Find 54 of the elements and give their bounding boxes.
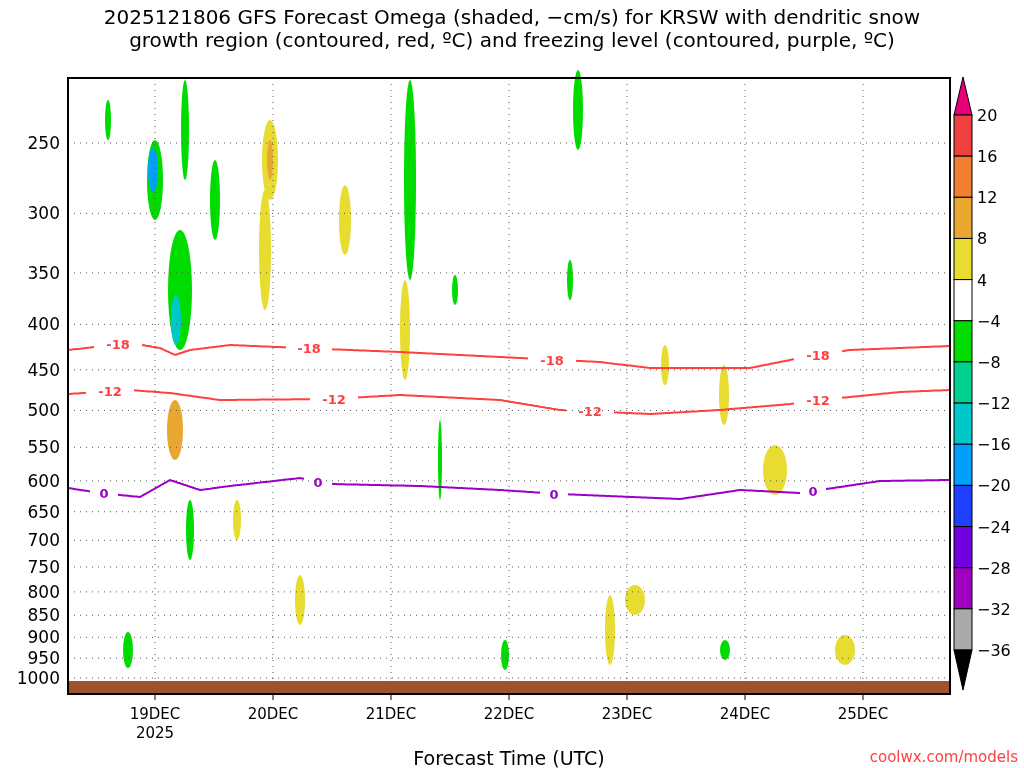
- colorbar-label: 20: [977, 106, 998, 125]
- credit-text: coolwx.com/models: [869, 748, 1018, 766]
- contour-label: 0: [808, 484, 818, 500]
- pressure-tick-label: 700: [27, 530, 60, 551]
- colorbar-label: −32: [977, 599, 1011, 619]
- date-tick-label: 21DEC: [365, 705, 417, 723]
- colorbar-label: 4: [977, 270, 988, 290]
- chart-title: growth region (contoured, red, ºC) and freezing level (contoured, purple, ºC): [129, 29, 895, 52]
- colorbar-label: −24: [977, 517, 1011, 537]
- pressure-tick-label: 500: [27, 400, 60, 421]
- chart-title: 2025121806 GFS Forecast Omega (shaded, −cm/s) for KRSW with dendritic snow: [103, 6, 921, 29]
- pressure-tick-label: 750: [27, 556, 60, 577]
- contour-label: -12: [578, 404, 602, 420]
- pressure-tick-label: 550: [27, 437, 60, 458]
- pressure-tick-label: 900: [27, 627, 60, 648]
- date-tick-label: 23DEC: [601, 705, 653, 723]
- contour-label: 0: [99, 486, 109, 502]
- contour-label: -18: [540, 352, 564, 368]
- x-axis-title: Forecast Time (UTC): [413, 747, 605, 768]
- contour-label: -12: [322, 391, 346, 407]
- colorbar-label: −4: [977, 311, 1001, 331]
- colorbar-label: 12: [977, 188, 998, 208]
- pressure-tick-label: 600: [27, 470, 60, 491]
- contour-label: 0: [313, 474, 323, 490]
- pressure-tick-label: 350: [27, 262, 60, 283]
- colorbar-label: 16: [977, 147, 998, 167]
- pressure-tick-label: 950: [27, 648, 60, 669]
- contour-label: -18: [806, 348, 830, 364]
- colorbar-label: −20: [977, 476, 1011, 496]
- date-tick-label: 24DEC: [719, 705, 771, 723]
- date-tick-label: 25DEC: [837, 705, 889, 723]
- colorbar-label: −16: [977, 435, 1011, 455]
- colorbar-label: 8: [977, 229, 988, 249]
- contour-label: 0: [549, 486, 559, 502]
- colorbar-label: −28: [977, 558, 1011, 578]
- contour-label: -18: [297, 341, 321, 357]
- pressure-tick-label: 300: [27, 203, 60, 224]
- pressure-tick-label: 1000: [16, 667, 60, 688]
- colorbar-label: −8: [977, 352, 1001, 372]
- year-tick-label: 2025: [135, 724, 175, 742]
- colorbar-label: −12: [977, 394, 1011, 414]
- date-tick-label: 19DEC: [129, 705, 181, 723]
- pressure-tick-label: 800: [27, 581, 60, 602]
- pressure-tick-label: 850: [27, 605, 60, 626]
- contour-label: -12: [98, 384, 122, 400]
- pressure-tick-label: 400: [27, 314, 60, 335]
- pressure-tick-label: 650: [27, 501, 60, 522]
- contour-label: -18: [106, 337, 130, 353]
- date-tick-label: 20DEC: [247, 705, 299, 723]
- pressure-tick-label: 450: [27, 359, 60, 380]
- contour-label: -12: [806, 393, 830, 409]
- colorbar-label: −36: [977, 641, 1011, 660]
- date-tick-label: 22DEC: [483, 705, 535, 723]
- pressure-tick-label: 250: [27, 133, 60, 153]
